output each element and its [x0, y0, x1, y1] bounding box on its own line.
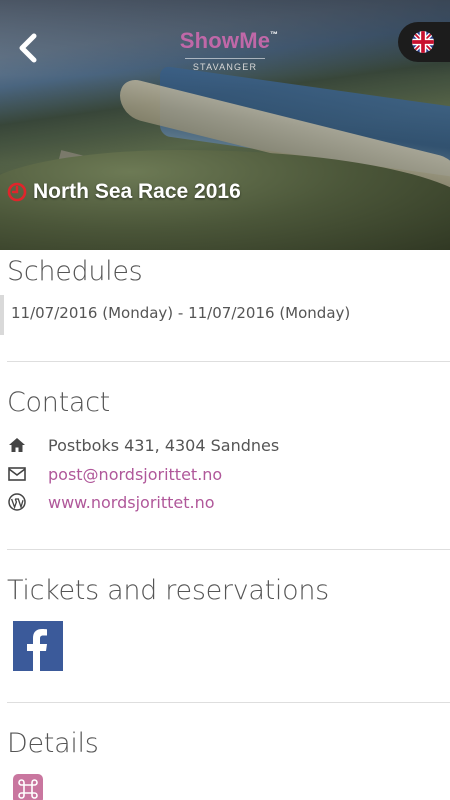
contact-website-row[interactable]: www.nordsjorittet.no	[7, 491, 215, 513]
language-button[interactable]	[398, 22, 450, 62]
divider	[7, 361, 450, 362]
clock-icon	[7, 182, 27, 202]
facebook-icon	[27, 629, 47, 671]
contact-website-link[interactable]: www.nordsjorittet.no	[48, 493, 215, 512]
uk-flag-icon	[412, 31, 434, 53]
divider	[7, 702, 450, 703]
tickets-heading: Tickets and reservations	[7, 575, 329, 606]
event-title: North Sea Race 2016	[7, 180, 241, 204]
logo-trademark: ™	[270, 30, 279, 39]
contact-email-link[interactable]: post@nordsjorittet.no	[48, 465, 222, 484]
command-key-icon	[13, 774, 43, 800]
contact-email-row[interactable]: post@nordsjorittet.no	[7, 463, 222, 485]
event-title-text: North Sea Race 2016	[33, 180, 241, 203]
facebook-button[interactable]	[13, 621, 63, 671]
wordpress-icon	[7, 492, 27, 512]
contact-address: Postboks 431, 4304 Sandnes	[48, 435, 280, 455]
logo-name: ShowMe ™	[179, 28, 279, 53]
contact-heading: Contact	[7, 387, 110, 418]
divider	[7, 549, 450, 550]
home-icon	[7, 435, 27, 455]
schedules-heading: Schedules	[7, 256, 143, 287]
contact-address-row: Postboks 431, 4304 Sandnes	[7, 434, 279, 456]
schedule-item: 11/07/2016 (Monday) - 11/07/2016 (Monday…	[0, 295, 450, 335]
envelope-icon	[7, 464, 27, 484]
logo-city: STAVANGER	[185, 58, 265, 72]
app-logo: ShowMe ™ STAVANGER	[0, 28, 450, 72]
details-heading: Details	[7, 728, 99, 759]
